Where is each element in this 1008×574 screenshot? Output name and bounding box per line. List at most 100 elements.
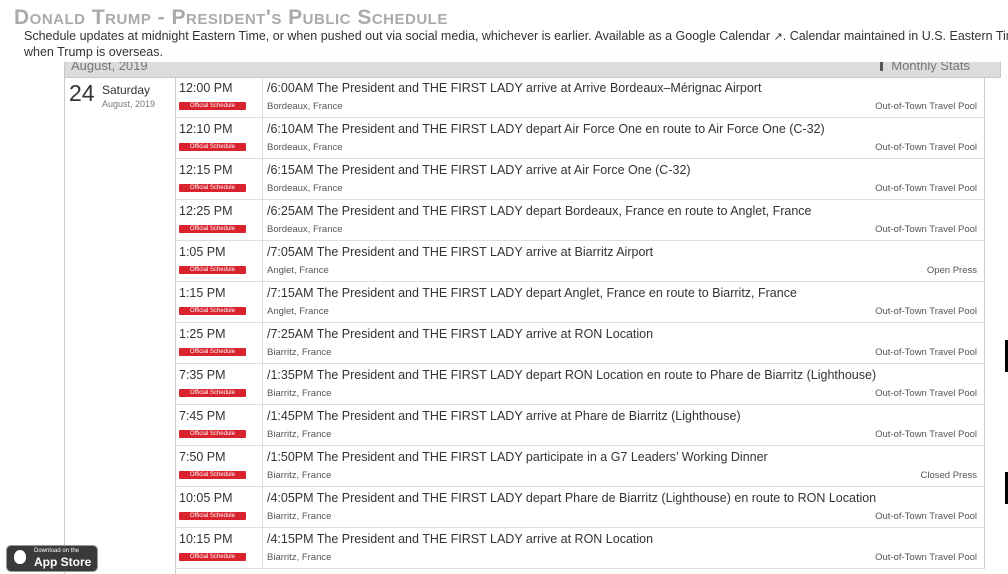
event-description: /1:50PM The President and THE FIRST LADY… (267, 450, 768, 464)
event-description: /1:35PM The President and THE FIRST LADY… (267, 368, 877, 382)
event-coverage: Out-of-Town Travel Pool (875, 388, 977, 399)
event-time: 1:25 PM (179, 327, 226, 341)
event-time: 10:15 PM (179, 532, 233, 546)
event-location: Anglet, France (267, 265, 329, 276)
notice-text-line2: when Trump is overseas. (24, 45, 163, 59)
event-time: 12:10 PM (179, 122, 233, 136)
official-schedule-badge: Official Schedule (179, 430, 246, 438)
event-description: /7:25AM The President and THE FIRST LADY… (267, 327, 654, 341)
time-cell: 1:25 PM Official Schedule (175, 323, 263, 363)
time-cell: 12:00 PM Official Schedule (175, 77, 263, 117)
official-schedule-badge: Official Schedule (179, 348, 246, 356)
time-cell: 10:15 PM Official Schedule (175, 528, 263, 568)
event-row: 10:05 PM Official Schedule /4:05PM The P… (175, 487, 985, 528)
time-cell: 10:05 PM Official Schedule (175, 487, 263, 527)
event-description: /4:05PM The President and THE FIRST LADY… (267, 491, 877, 505)
page-header: Donald Trump - President's Public Schedu… (0, 0, 1008, 62)
event-list: 12:00 PM Official Schedule /6:00AM The P… (175, 77, 985, 569)
event-time: 7:35 PM (179, 368, 226, 382)
event-description: /7:05AM The President and THE FIRST LADY… (267, 245, 654, 259)
event-row: 7:35 PM Official Schedule /1:35PM The Pr… (175, 364, 985, 405)
event-coverage: Out-of-Town Travel Pool (875, 142, 977, 153)
event-time: 7:45 PM (179, 409, 226, 423)
event-row: 10:15 PM Official Schedule /4:15PM The P… (175, 528, 985, 569)
time-cell: 7:50 PM Official Schedule (175, 446, 263, 486)
event-location: Bordeaux, France (267, 183, 343, 194)
event-coverage: Out-of-Town Travel Pool (875, 552, 977, 563)
time-cell: 7:35 PM Official Schedule (175, 364, 263, 404)
event-row: 12:25 PM Official Schedule /6:25AM The P… (175, 200, 985, 241)
event-description: /6:00AM The President and THE FIRST LADY… (267, 81, 762, 95)
time-cell: 7:45 PM Official Schedule (175, 405, 263, 445)
official-schedule-badge: Official Schedule (179, 143, 246, 151)
event-time: 10:05 PM (179, 491, 233, 505)
event-description: /6:25AM The President and THE FIRST LADY… (267, 204, 812, 218)
event-description: /6:15AM The President and THE FIRST LADY… (267, 163, 691, 177)
event-location: Biarritz, France (267, 552, 332, 563)
event-time: 12:25 PM (179, 204, 233, 218)
official-schedule-badge: Official Schedule (179, 266, 246, 274)
event-description: /4:15PM The President and THE FIRST LADY… (267, 532, 654, 546)
time-cell: 12:25 PM Official Schedule (175, 200, 263, 240)
event-row: 1:15 PM Official Schedule /7:15AM The Pr… (175, 282, 985, 323)
event-time: 12:00 PM (179, 81, 233, 95)
event-coverage: Out-of-Town Travel Pool (875, 224, 977, 235)
app-store-button[interactable]: Download on the App Store (6, 545, 98, 572)
event-coverage: Out-of-Town Travel Pool (875, 306, 977, 317)
app-store-small-text: Download on the (34, 548, 80, 554)
event-row: 12:00 PM Official Schedule /6:00AM The P… (175, 77, 985, 118)
notice-text-tail: . Calendar maintained in U.S. Eastern Ti… (782, 29, 1008, 43)
event-row: 7:45 PM Official Schedule /1:45PM The Pr… (175, 405, 985, 446)
event-location: Biarritz, France (267, 470, 332, 481)
notice-text: Schedule updates at midnight Eastern Tim… (24, 29, 771, 43)
apple-icon (14, 550, 26, 564)
event-row: 1:05 PM Official Schedule /7:05AM The Pr… (175, 241, 985, 282)
official-schedule-badge: Official Schedule (179, 471, 246, 479)
event-description: /6:10AM The President and THE FIRST LADY… (267, 122, 825, 136)
time-cell: 12:15 PM Official Schedule (175, 159, 263, 199)
official-schedule-badge: Official Schedule (179, 102, 246, 110)
event-time: 12:15 PM (179, 163, 233, 177)
external-link-icon: ↗ (773, 31, 783, 43)
day-number: 24 (69, 80, 95, 106)
time-cell: 1:05 PM Official Schedule (175, 241, 263, 281)
event-location: Biarritz, France (267, 429, 332, 440)
app-store-big-text: App Store (34, 555, 92, 569)
time-cell: 1:15 PM Official Schedule (175, 282, 263, 322)
event-location: Bordeaux, France (267, 101, 343, 112)
event-row: 1:25 PM Official Schedule /7:25AM The Pr… (175, 323, 985, 364)
event-description: /1:45PM The President and THE FIRST LADY… (267, 409, 741, 423)
official-schedule-badge: Official Schedule (179, 553, 246, 561)
event-location: Bordeaux, France (267, 142, 343, 153)
site-title: Donald Trump - President's Public Schedu… (14, 6, 448, 29)
event-location: Anglet, France (267, 306, 329, 317)
event-coverage: Out-of-Town Travel Pool (875, 347, 977, 358)
event-description: /7:15AM The President and THE FIRST LADY… (267, 286, 797, 300)
event-coverage: Out-of-Town Travel Pool (875, 101, 977, 112)
event-time: 7:50 PM (179, 450, 226, 464)
time-cell: 12:10 PM Official Schedule (175, 118, 263, 158)
event-location: Biarritz, France (267, 388, 332, 399)
event-coverage: Out-of-Town Travel Pool (875, 183, 977, 194)
day-column: 24 Saturday August, 2019 (64, 77, 176, 574)
official-schedule-badge: Official Schedule (179, 512, 246, 520)
day-date: August, 2019 (102, 99, 156, 109)
event-coverage: Open Press (926, 265, 977, 276)
event-coverage: Out-of-Town Travel Pool (875, 429, 977, 440)
event-row: 12:10 PM Official Schedule /6:10AM The P… (175, 118, 985, 159)
event-coverage: Closed Press (920, 470, 978, 481)
official-schedule-badge: Official Schedule (179, 307, 246, 315)
event-coverage: Out-of-Town Travel Pool (875, 511, 977, 522)
event-row: 7:50 PM Official Schedule /1:50PM The Pr… (175, 446, 985, 487)
event-time: 1:15 PM (179, 286, 226, 300)
official-schedule-badge: Official Schedule (179, 184, 246, 192)
event-location: Biarritz, France (267, 511, 332, 522)
event-location: Bordeaux, France (267, 224, 343, 235)
google-calendar-link[interactable]: ↗ (774, 29, 783, 43)
bar-chart-icon (880, 61, 884, 71)
official-schedule-badge: Official Schedule (179, 389, 246, 397)
official-schedule-badge: Official Schedule (179, 225, 246, 233)
schedule-notice: Schedule updates at midnight Eastern Tim… (24, 29, 1008, 60)
event-time: 1:05 PM (179, 245, 226, 259)
event-row: 12:15 PM Official Schedule /6:15AM The P… (175, 159, 985, 200)
